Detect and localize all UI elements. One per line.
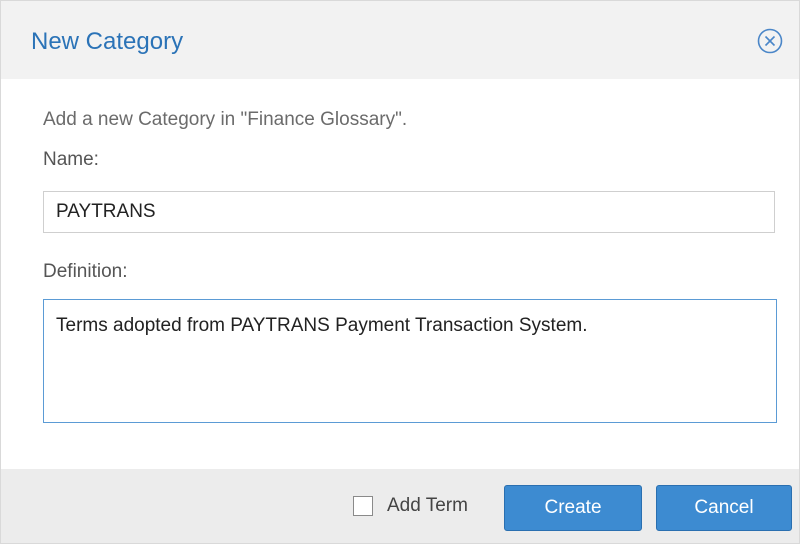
create-button[interactable]: Create <box>504 485 642 531</box>
add-term-label: Add Term <box>387 495 468 516</box>
add-term-toggle[interactable]: Add Term <box>353 493 468 519</box>
cancel-button[interactable]: Cancel <box>656 485 792 531</box>
dialog-body: Add a new Category in "Finance Glossary"… <box>1 79 799 469</box>
new-category-dialog: New Category Add a new Category in "Fina… <box>0 0 800 544</box>
name-label: Name: <box>43 149 99 170</box>
definition-label: Definition: <box>43 261 128 282</box>
add-term-checkbox[interactable] <box>353 496 373 516</box>
close-circle-icon <box>757 28 783 54</box>
intro-text: Add a new Category in "Finance Glossary"… <box>43 109 408 130</box>
definition-textarea[interactable]: Terms adopted from PAYTRANS Payment Tran… <box>43 299 777 423</box>
name-input[interactable] <box>43 191 775 233</box>
dialog-header: New Category <box>1 1 799 79</box>
close-button[interactable] <box>757 28 783 54</box>
dialog-footer: Add Term Create Cancel <box>1 469 799 543</box>
dialog-title: New Category <box>31 28 184 55</box>
